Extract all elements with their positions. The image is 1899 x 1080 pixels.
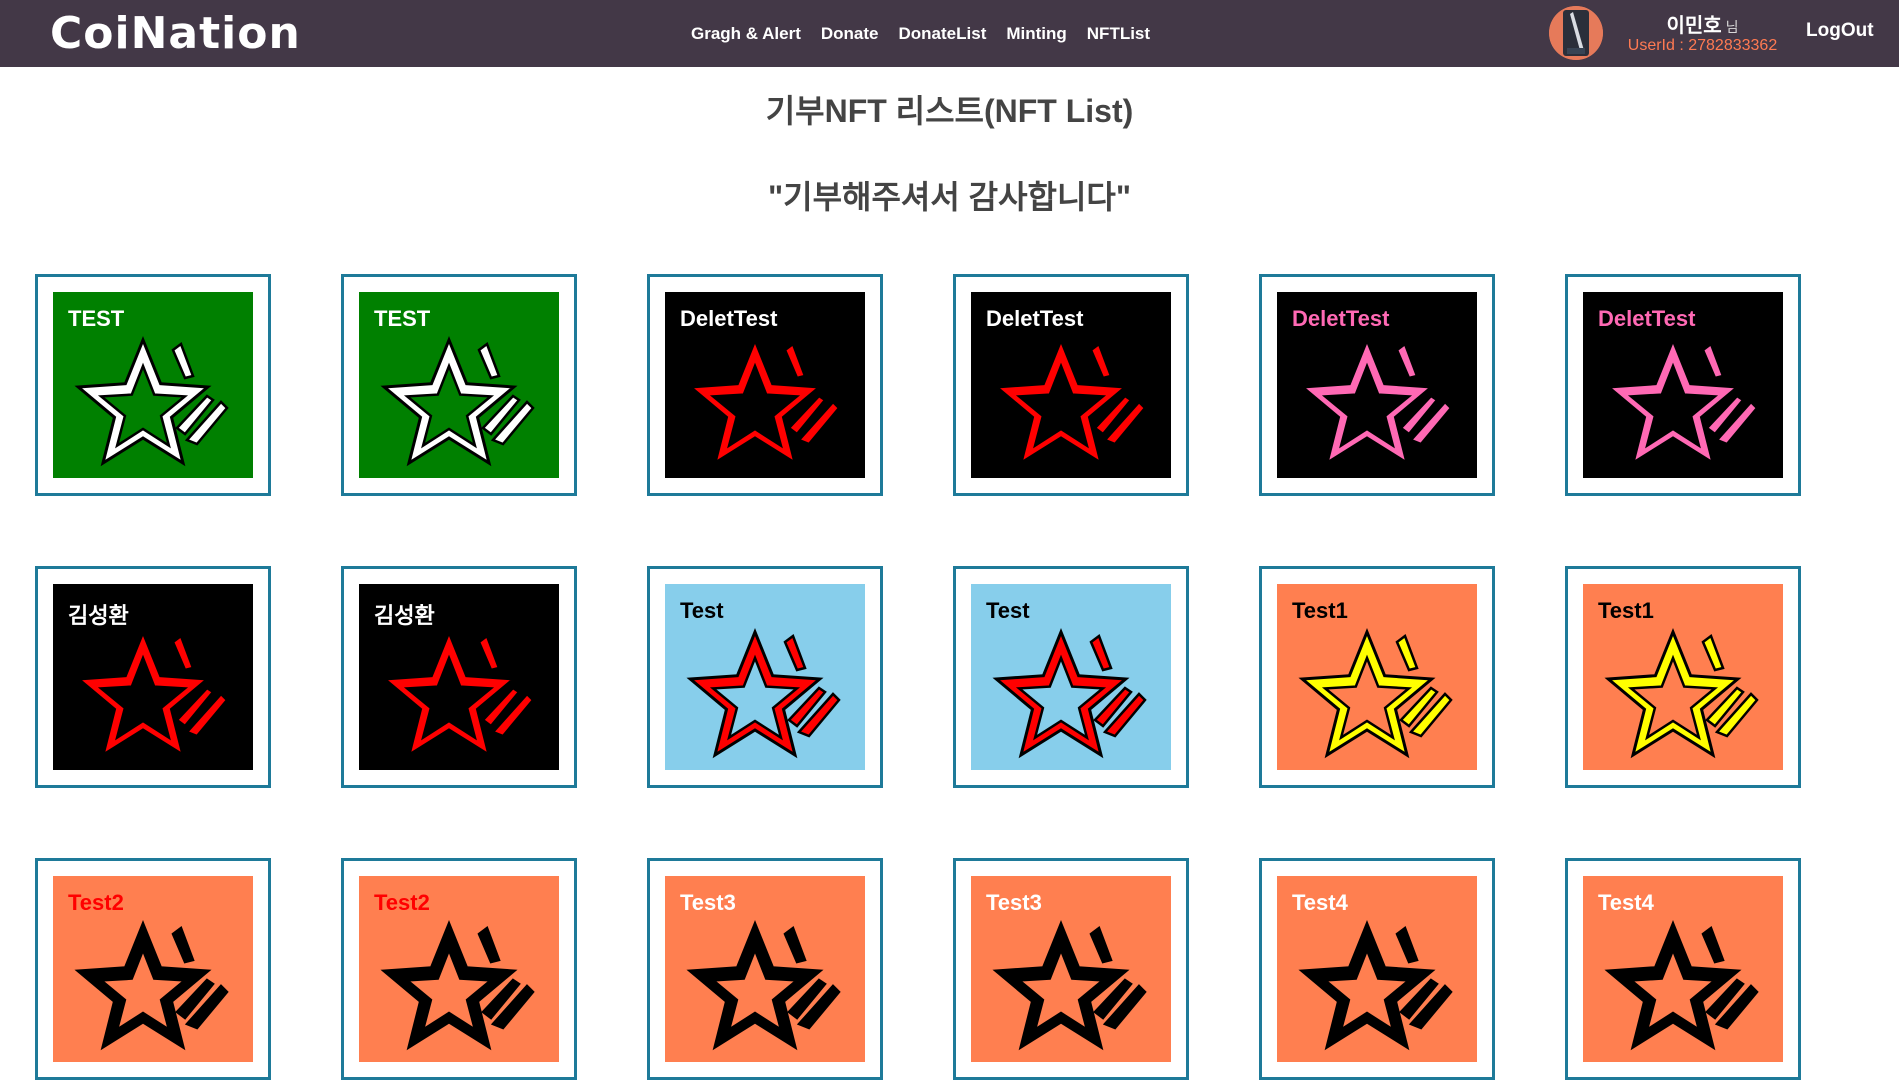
nft-title: Test4 [1598, 890, 1654, 915]
nft-title: 김성환 [68, 603, 129, 628]
nft-card[interactable]: Test4 [1259, 858, 1495, 1080]
nft-image: Test1 [1583, 584, 1783, 770]
nft-card[interactable]: TEST [35, 274, 271, 496]
nft-title: 김성환 [374, 603, 435, 628]
nft-title: DeletTest [986, 306, 1084, 331]
nft-title: DeletTest [1292, 306, 1390, 331]
nft-card[interactable]: DeletTest [1565, 274, 1801, 496]
nft-image: Test3 [971, 876, 1171, 1062]
nft-title: Test1 [1598, 598, 1654, 623]
nft-image: Test [971, 584, 1171, 770]
nft-card[interactable]: 김성환 [341, 566, 577, 788]
nft-title: TEST [374, 306, 431, 331]
nft-image: DeletTest [665, 292, 865, 478]
nft-image: TEST [359, 292, 559, 478]
nft-card[interactable]: Test [953, 566, 1189, 788]
nft-title: Test [986, 598, 1030, 623]
nft-card[interactable]: Test [647, 566, 883, 788]
nft-image: 김성환 [359, 584, 559, 770]
nft-title: DeletTest [680, 306, 778, 331]
nft-image: Test2 [359, 876, 559, 1062]
nft-title: Test2 [68, 890, 124, 915]
nft-image: Test3 [665, 876, 865, 1062]
nft-image: Test2 [53, 876, 253, 1062]
nft-card[interactable]: Test1 [1565, 566, 1801, 788]
nft-card[interactable]: Test3 [647, 858, 883, 1080]
nft-card[interactable]: TEST [341, 274, 577, 496]
nft-title: TEST [68, 306, 125, 331]
nft-grid: TEST TEST DeletTest DeletTest DeletTest Delet… [0, 0, 1899, 1080]
nft-card[interactable]: DeletTest [953, 274, 1189, 496]
nft-image: Test4 [1583, 876, 1783, 1062]
nft-card[interactable]: Test3 [953, 858, 1189, 1080]
nft-card[interactable]: Test1 [1259, 566, 1495, 788]
nft-title: Test3 [986, 890, 1042, 915]
nft-title: Test3 [680, 890, 736, 915]
nft-image: DeletTest [971, 292, 1171, 478]
nft-card[interactable]: 김성환 [35, 566, 271, 788]
nft-title: Test1 [1292, 598, 1348, 623]
nft-image: Test1 [1277, 584, 1477, 770]
nft-card[interactable]: Test2 [35, 858, 271, 1080]
nft-card[interactable]: DeletTest [647, 274, 883, 496]
nft-image: Test [665, 584, 865, 770]
nft-card[interactable]: Test2 [341, 858, 577, 1080]
nft-image: 김성환 [53, 584, 253, 770]
nft-image: DeletTest [1583, 292, 1783, 478]
nft-image: TEST [53, 292, 253, 478]
nft-card[interactable]: DeletTest [1259, 274, 1495, 496]
nft-title: DeletTest [1598, 306, 1696, 331]
nft-card[interactable]: Test4 [1565, 858, 1801, 1080]
nft-title: Test [680, 598, 724, 623]
nft-title: Test2 [374, 890, 430, 915]
nft-title: Test4 [1292, 890, 1348, 915]
nft-image: Test4 [1277, 876, 1477, 1062]
nft-image: DeletTest [1277, 292, 1477, 478]
